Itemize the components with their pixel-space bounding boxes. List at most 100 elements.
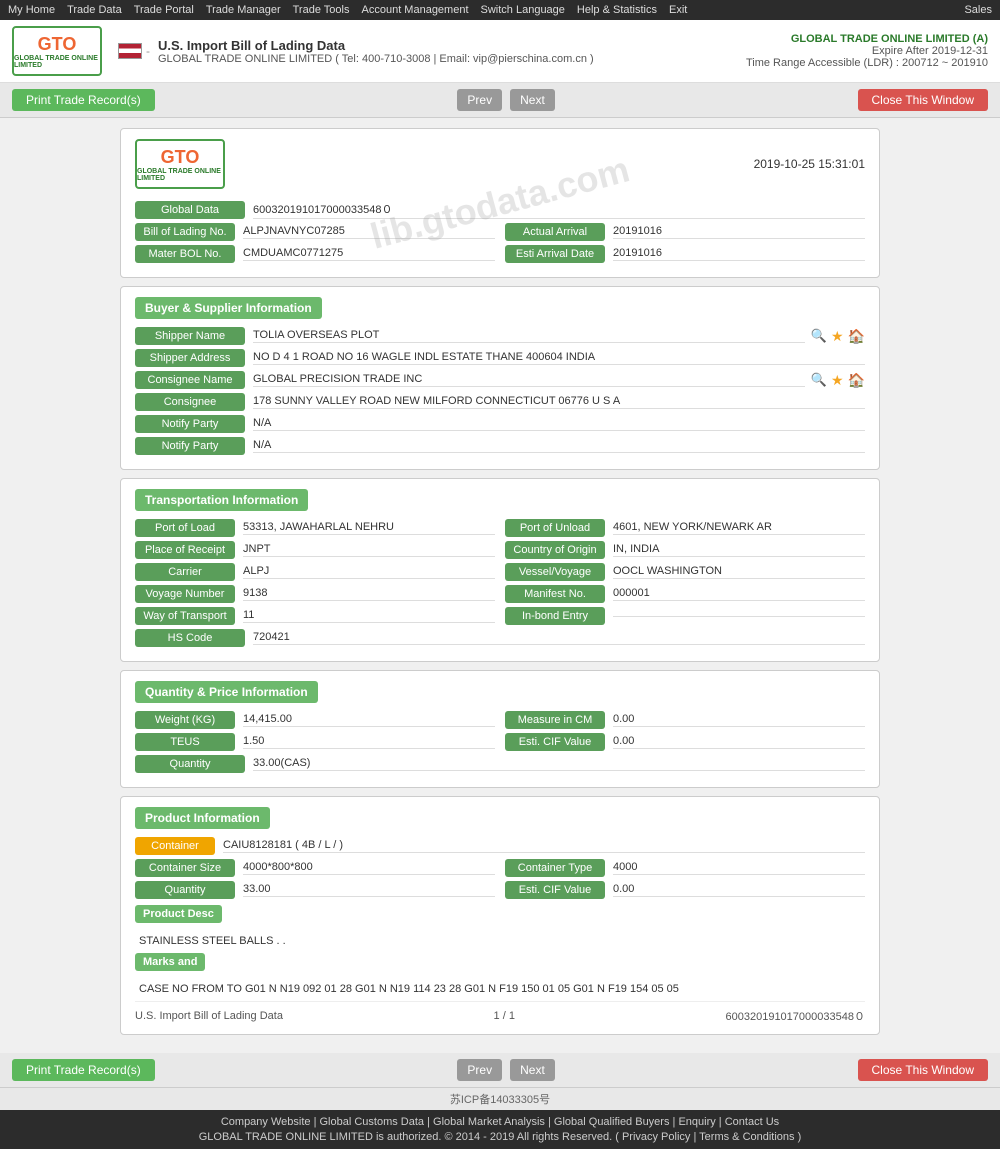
- notify-party-value-2: N/A: [253, 439, 865, 453]
- carrier-group: Carrier ALPJ: [135, 563, 495, 581]
- weight-value: 14,415.00: [243, 713, 495, 727]
- notify-party-label-2: Notify Party: [135, 437, 245, 455]
- consignee-icons: 🔍 ★ 🏠: [811, 372, 865, 389]
- buyer-supplier-header: Buyer & Supplier Information: [135, 297, 865, 327]
- master-bol-label: Mater BOL No.: [135, 245, 235, 263]
- nav-trade-manager[interactable]: Trade Manager: [206, 4, 281, 16]
- way-transport-value: 11: [243, 609, 495, 623]
- notify-party-row-2: Notify Party N/A: [135, 437, 865, 455]
- footer-page-num: 1 / 1: [494, 1010, 515, 1022]
- nav-buttons-top: Prev Next: [455, 89, 556, 111]
- vessel-value: OOCL WASHINGTON: [613, 565, 865, 579]
- nav-help-statistics[interactable]: Help & Statistics: [577, 4, 657, 16]
- prev-button-bottom[interactable]: Prev: [457, 1059, 502, 1081]
- way-inbond-row: Way of Transport 11 In-bond Entry: [135, 607, 865, 625]
- transportation-header: Transportation Information: [135, 489, 865, 519]
- product-desc-value: STAINLESS STEEL BALLS . .: [135, 935, 865, 947]
- prod-quantity-group: Quantity 33.00: [135, 881, 495, 899]
- consignee-name-row: Consignee Name GLOBAL PRECISION TRADE IN…: [135, 371, 865, 389]
- next-button-bottom[interactable]: Next: [510, 1059, 555, 1081]
- prod-quantity-value: 33.00: [243, 883, 495, 897]
- port-unload-label: Port of Unload: [505, 519, 605, 537]
- product-desc-label: Product Desc: [135, 905, 222, 923]
- action-bar-top: Print Trade Record(s) Prev Next Close Th…: [0, 83, 1000, 118]
- carrier-value: ALPJ: [243, 565, 495, 579]
- consignee-name-label: Consignee Name: [135, 371, 245, 389]
- measure-group: Measure in CM 0.00: [505, 711, 865, 729]
- teus-cif-row: TEUS 1.50 Esti. CIF Value 0.00: [135, 733, 865, 751]
- vessel-group: Vessel/Voyage OOCL WASHINGTON: [505, 563, 865, 581]
- doc-logo-subtitle: GLOBAL TRADE ONLINE LIMITED: [137, 168, 223, 182]
- footer-link-customs[interactable]: Global Customs Data: [320, 1116, 425, 1128]
- prod-quantity-label: Quantity: [135, 881, 235, 899]
- nav-trade-data[interactable]: Trade Data: [67, 4, 122, 16]
- doc-footer: U.S. Import Bill of Lading Data 1 / 1 60…: [135, 1001, 865, 1024]
- nav-trade-portal[interactable]: Trade Portal: [134, 4, 194, 16]
- home-icon[interactable]: 🏠: [848, 328, 865, 345]
- container-label: Container: [135, 837, 215, 855]
- footer-link-market[interactable]: Global Market Analysis: [433, 1116, 545, 1128]
- logo-text: GTO: [38, 34, 77, 55]
- quantity-price-header: Quantity & Price Information: [135, 681, 865, 711]
- measure-label: Measure in CM: [505, 711, 605, 729]
- header-bar: GTO GLOBAL TRADE ONLINE LIMITED - U.S. I…: [0, 20, 1000, 83]
- transportation-section: Transportation Information Port of Load …: [120, 478, 880, 662]
- actual-arrival-group: Actual Arrival 20191016: [505, 223, 865, 241]
- place-receipt-group: Place of Receipt JNPT: [135, 541, 495, 559]
- container-size-type-row: Container Size 4000*800*800 Container Ty…: [135, 859, 865, 877]
- close-button-bottom[interactable]: Close This Window: [858, 1059, 988, 1081]
- print-button-bottom[interactable]: Print Trade Record(s): [12, 1059, 155, 1081]
- product-info-title: Product Information: [135, 807, 270, 829]
- teus-value: 1.50: [243, 735, 495, 749]
- esti-arrival-group: Esti Arrival Date 20191016: [505, 245, 865, 263]
- nav-switch-language[interactable]: Switch Language: [481, 4, 565, 16]
- cif-label: Esti. CIF Value: [505, 733, 605, 751]
- nav-trade-tools[interactable]: Trade Tools: [293, 4, 350, 16]
- document-card: lib.gtodata.com GTO GLOBAL TRADE ONLINE …: [120, 128, 880, 278]
- consignee-home-icon[interactable]: 🏠: [848, 372, 865, 389]
- product-desc-header-row: Product Desc: [135, 905, 865, 931]
- quantity-price-section: Quantity & Price Information Weight (KG)…: [120, 670, 880, 788]
- site-footer: Company Website | Global Customs Data | …: [0, 1110, 1000, 1149]
- action-bar-bottom: Print Trade Record(s) Prev Next Close Th…: [0, 1053, 1000, 1088]
- hs-code-row: HS Code 720421: [135, 629, 865, 647]
- expire-date: Expire After 2019-12-31: [746, 45, 988, 57]
- consignee-star-icon[interactable]: ★: [831, 372, 844, 389]
- footer-link-company[interactable]: Company Website: [221, 1116, 311, 1128]
- logo-area: GTO GLOBAL TRADE ONLINE LIMITED: [12, 26, 102, 76]
- inbond-label: In-bond Entry: [505, 607, 605, 625]
- nav-sales: Sales: [964, 4, 992, 16]
- consignee-value: 178 SUNNY VALLEY ROAD NEW MILFORD CONNEC…: [253, 395, 865, 409]
- nav-exit[interactable]: Exit: [669, 4, 687, 16]
- close-button-top[interactable]: Close This Window: [858, 89, 988, 111]
- footer-link-contact[interactable]: Contact Us: [725, 1116, 779, 1128]
- print-button-top[interactable]: Print Trade Record(s): [12, 89, 155, 111]
- nav-account-management[interactable]: Account Management: [362, 4, 469, 16]
- footer-link-buyers[interactable]: Global Qualified Buyers: [554, 1116, 670, 1128]
- voyage-label: Voyage Number: [135, 585, 235, 603]
- country-origin-group: Country of Origin IN, INDIA: [505, 541, 865, 559]
- logo-sub: GLOBAL TRADE ONLINE LIMITED: [14, 55, 100, 69]
- footer-link-enquiry[interactable]: Enquiry: [678, 1116, 715, 1128]
- header-subtitle: GLOBAL TRADE ONLINE LIMITED ( Tel: 400-7…: [158, 53, 746, 65]
- next-button-top[interactable]: Next: [510, 89, 555, 111]
- star-icon[interactable]: ★: [831, 328, 844, 345]
- prod-cif-value: 0.00: [613, 883, 865, 897]
- container-value: CAIU8128181 ( 4B / L / ): [223, 839, 865, 853]
- search-icon[interactable]: 🔍: [811, 328, 827, 344]
- container-size-value: 4000*800*800: [243, 861, 495, 875]
- voyage-value: 9138: [243, 587, 495, 601]
- shipper-address-row: Shipper Address NO D 4 1 ROAD NO 16 WAGL…: [135, 349, 865, 367]
- company-name: GLOBAL TRADE ONLINE LIMITED (A): [746, 33, 988, 45]
- container-type-label: Container Type: [505, 859, 605, 877]
- prod-cif-group: Esti. CIF Value 0.00: [505, 881, 865, 899]
- prod-quantity-cif-row: Quantity 33.00 Esti. CIF Value 0.00: [135, 881, 865, 899]
- nav-my-home[interactable]: My Home: [8, 4, 55, 16]
- shipper-name-value: TOLIA OVERSEAS PLOT: [253, 329, 805, 343]
- quantity-label: Quantity: [135, 755, 245, 773]
- inbond-group: In-bond Entry: [505, 607, 865, 625]
- prod-cif-label: Esti. CIF Value: [505, 881, 605, 899]
- consignee-search-icon[interactable]: 🔍: [811, 372, 827, 388]
- manifest-value: 000001: [613, 587, 865, 601]
- prev-button-top[interactable]: Prev: [457, 89, 502, 111]
